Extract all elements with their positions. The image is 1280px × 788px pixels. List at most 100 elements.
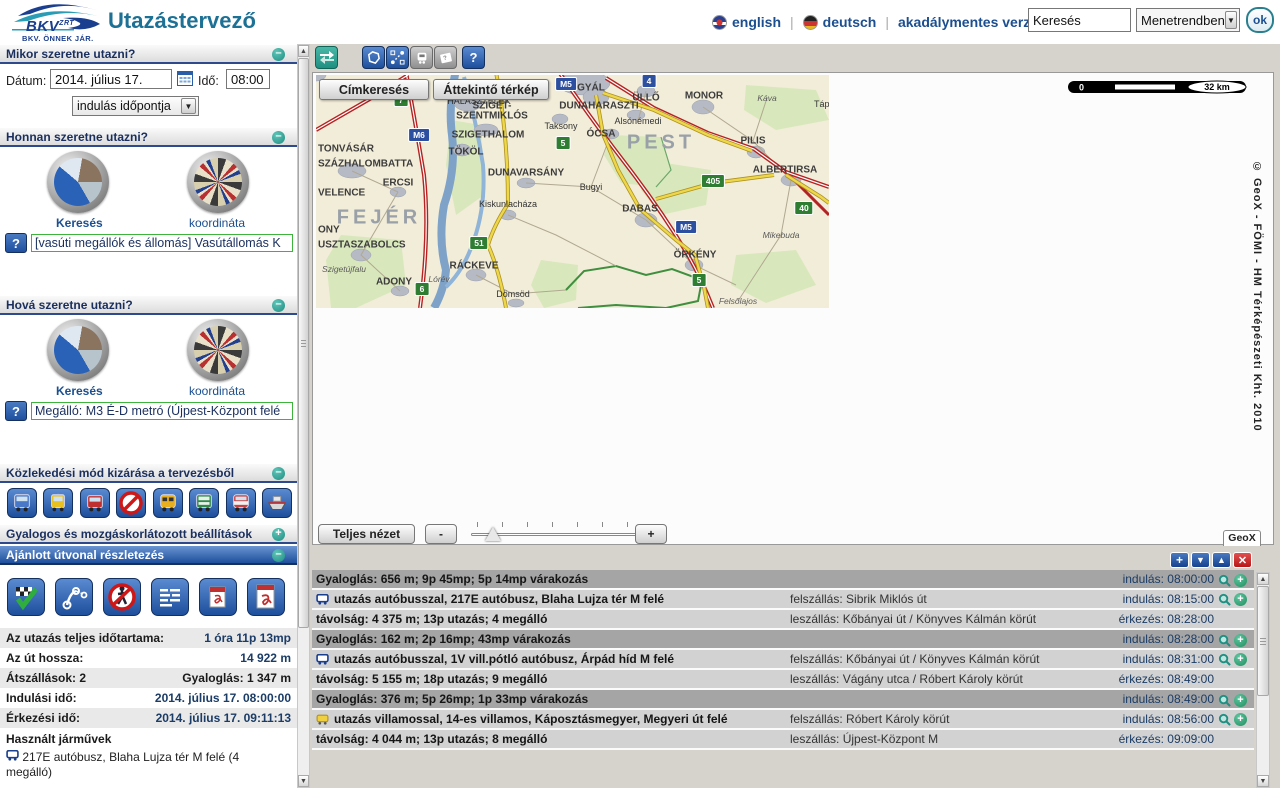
to-search-button[interactable] [47,319,109,381]
timetable-list-icon[interactable] [151,578,189,616]
from-coordinate-label[interactable]: koordináta [189,216,245,230]
zoom-slider[interactable] [471,522,637,546]
pdf-export-icon[interactable] [199,578,237,616]
zoom-to-step-icon[interactable] [1218,694,1231,707]
swap-directions-button[interactable] [315,46,338,69]
zoom-to-step-icon[interactable] [1218,574,1231,587]
mode-boat-icon[interactable] [262,488,292,518]
scroll-down-icon[interactable]: ▼ [298,775,309,787]
full-view-button[interactable]: Teljes nézet [318,524,415,544]
scroll-down-icon[interactable]: ▼ [1257,775,1269,787]
exclude-walking-icon[interactable] [103,578,141,616]
zoom-to-step-icon[interactable] [1218,593,1231,606]
from-search-label[interactable]: Keresés [56,216,103,230]
tab-overview-map[interactable]: Áttekintő térkép [433,79,549,100]
zoom-to-step-icon[interactable] [1218,653,1231,666]
add-step-icon[interactable]: + [1234,653,1247,666]
from-help-button[interactable]: ? [5,233,27,253]
add-icon[interactable]: + [1170,552,1189,568]
route-step-row[interactable]: utazás autóbusszal, 217E autóbusz, Blaha… [312,590,1254,610]
section-modes-header[interactable]: Közlekedési mód kizárása a tervezésből – [0,464,297,483]
mode-tram-icon[interactable] [43,488,73,518]
close-icon[interactable]: ✕ [1233,552,1252,568]
to-input[interactable]: Megálló: M3 É-D metró (Újpest-Központ fe… [31,402,293,420]
add-step-icon[interactable]: + [1234,713,1247,726]
date-input[interactable] [50,69,172,89]
expand-icon[interactable]: + [272,528,285,541]
scroll-up-icon[interactable]: ▲ [1257,573,1269,585]
zoom-to-step-icon[interactable] [1218,713,1231,726]
to-coordinate-label[interactable]: koordináta [189,384,245,398]
route-step-row[interactable]: távolság: 4 375 m; 13p utazás; 4 megálló… [312,610,1254,630]
map-label: GYÁL [577,83,605,94]
sidebar-scrollbar[interactable]: ▲ ▼ [297,44,310,788]
mode-trolleybus-icon[interactable] [80,488,110,518]
section-to-header[interactable]: Hová szeretne utazni? – [0,296,297,315]
time-input[interactable] [226,69,270,89]
from-search-button[interactable] [47,151,109,213]
section-route-details-header[interactable]: Ajánlott útvonal részletezés – [0,546,297,565]
mode-suburban-railway-icon[interactable] [189,488,219,518]
collapse-icon[interactable]: – [272,131,285,144]
route-alternatives-icon[interactable] [55,578,93,616]
mode-train-icon[interactable] [226,488,256,518]
move-up-icon[interactable]: ▲ [1212,552,1231,568]
mode-metro-icon[interactable] [153,488,183,518]
route-step-row[interactable]: Gyaloglás: 376 m; 5p 26mp; 1p 33mp várak… [312,690,1254,710]
zoom-to-step-icon[interactable] [1218,634,1231,647]
pdf-print-icon[interactable] [247,578,285,616]
scroll-up-icon[interactable]: ▲ [298,45,309,57]
calendar-icon[interactable] [177,71,193,86]
collapse-icon[interactable]: – [272,549,285,562]
move-down-icon[interactable]: ▼ [1191,552,1210,568]
route-step-row[interactable]: Gyaloglás: 162 m; 2p 16mp; 43mp várakozá… [312,630,1254,650]
header-search-input[interactable] [1028,8,1131,32]
ticket-button[interactable]: ? [434,46,457,69]
tab-address-search[interactable]: Címkeresés [319,79,429,100]
area-select-button[interactable] [362,46,385,69]
section-walk-settings-header[interactable]: Gyalogos és mozgáskorlátozott beállításo… [0,525,297,544]
chevron-down-icon[interactable]: ▼ [1225,11,1237,29]
timetable-mode-select[interactable]: Menetrendben ▼ [1136,8,1240,32]
route-step-row[interactable]: távolság: 4 044 m; 13p utazás; 8 megálló… [312,730,1254,750]
ok-button[interactable]: ok [1246,7,1274,33]
sidebar: Mikor szeretne utazni? – Dátum: Idő: ind… [0,44,297,788]
route-step-row[interactable]: utazás autóbusszal, 1V vill.pótló autóbu… [312,650,1254,670]
section-when-header[interactable]: Mikor szeretne utazni? – [0,45,297,64]
to-search-label[interactable]: Keresés [56,384,103,398]
add-step-icon[interactable]: + [1234,694,1247,707]
chevron-down-icon[interactable]: ▼ [181,98,196,114]
scrollbar-thumb[interactable] [1257,586,1269,696]
lang-english-link[interactable]: english [712,14,781,30]
route-points-button[interactable] [386,46,409,69]
zoom-in-button[interactable]: + [635,524,667,544]
collapse-icon[interactable]: – [272,48,285,61]
to-coordinate-button[interactable] [187,319,249,381]
help-button[interactable]: ? [462,46,485,69]
transit-button[interactable] [410,46,433,69]
route-accept-icon[interactable] [7,578,45,616]
collapse-icon[interactable]: – [272,467,285,480]
lang-deutsch-link[interactable]: deutsch [803,14,877,30]
add-step-icon[interactable]: + [1234,634,1247,647]
to-help-button[interactable]: ? [5,401,27,421]
route-step-row[interactable]: távolság: 5 155 m; 18p utazás; 9 megálló… [312,670,1254,690]
route-step-row[interactable]: Gyaloglás: 656 m; 9p 45mp; 5p 14mp várak… [312,570,1254,590]
slider-handle[interactable] [485,527,501,541]
from-input[interactable]: [vasúti megállók és állomás] Vasútállomá… [31,234,293,252]
section-from-header[interactable]: Honnan szeretne utazni? – [0,128,297,147]
add-step-icon[interactable]: + [1234,593,1247,606]
collapse-icon[interactable]: – [272,299,285,312]
table-scrollbar[interactable]: ▲ ▼ [1256,572,1270,788]
zoom-out-button[interactable]: - [425,524,457,544]
departure-type-select[interactable]: indulás időpontja ▼ [72,96,199,116]
accessible-version-link[interactable]: akadálymentes verzió [898,14,1043,30]
route-step-row[interactable]: utazás villamossal, 14-es villamos, Kápo… [312,710,1254,730]
from-coordinate-button[interactable] [187,151,249,213]
mode-bus-icon[interactable] [7,488,37,518]
map[interactable]: HALÁSZTELEKSZIGET-SZENTMIKLÓSSZIGETHALOM… [316,75,829,308]
scrollbar-thumb[interactable] [298,58,309,628]
step-time: indulás: 08:28:00 [1086,630,1214,648]
mode-exclude-all-icon[interactable] [116,488,146,518]
add-step-icon[interactable]: + [1234,574,1247,587]
